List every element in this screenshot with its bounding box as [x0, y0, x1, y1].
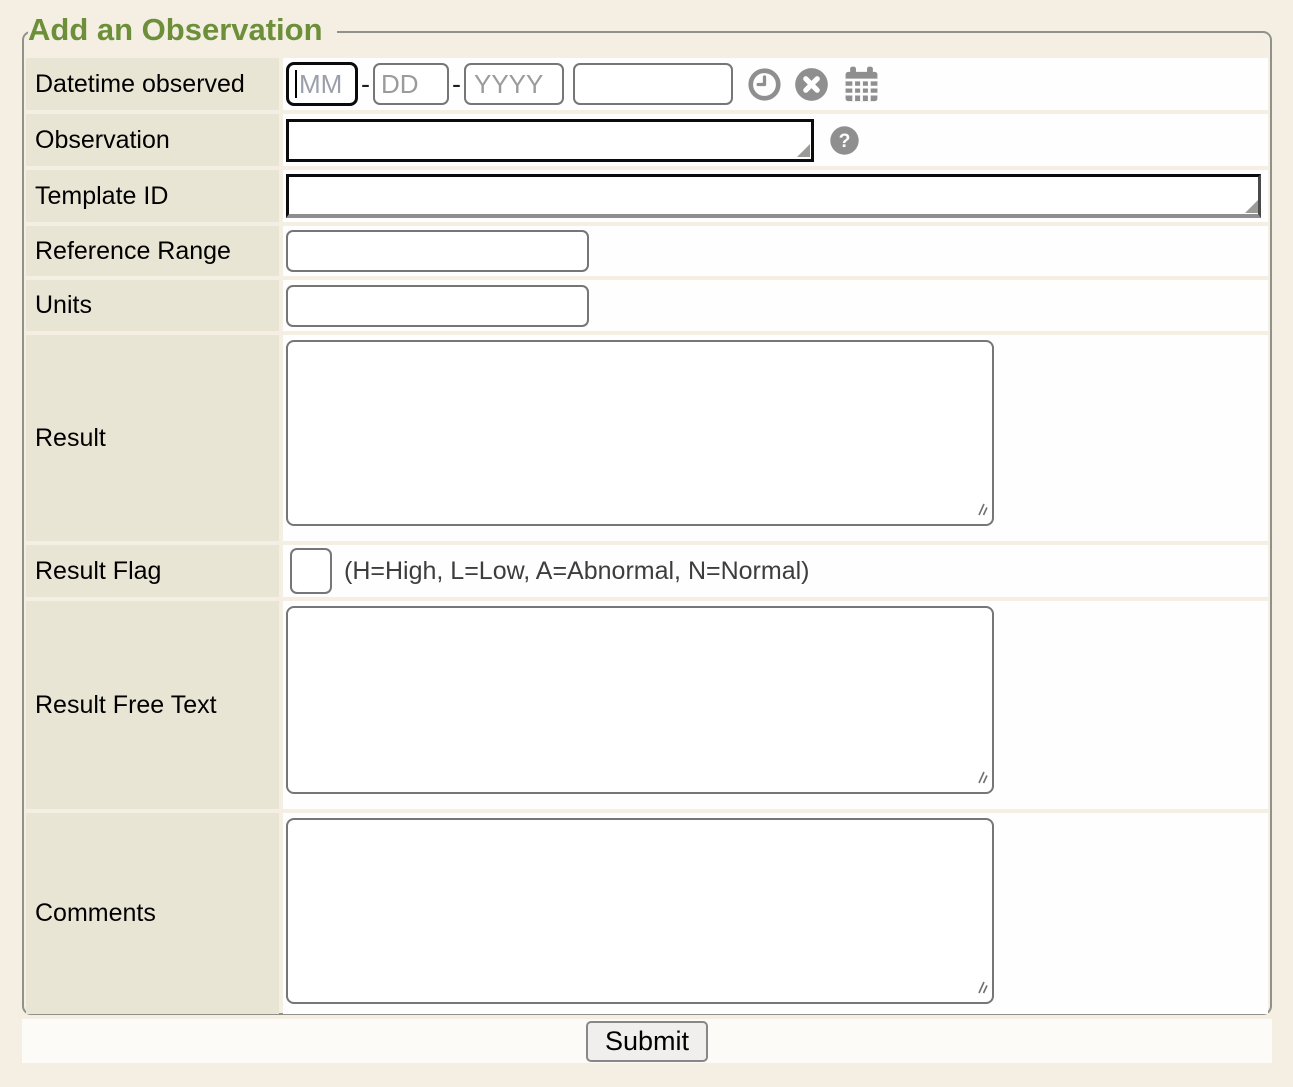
reference-range-input[interactable] [286, 230, 589, 272]
template-id-select[interactable] [286, 174, 1261, 218]
result-flag-hint: (H=High, L=Low, A=Abnormal, N=Normal) [344, 557, 810, 586]
template-id-select-wrap [286, 174, 1268, 218]
form-legend: Add an Observation [28, 10, 337, 50]
result-textarea-wrap [286, 340, 994, 526]
reference-range-label: Reference Range [26, 226, 279, 276]
dropdown-corner-icon [797, 144, 810, 157]
dropdown-corner-icon [1245, 200, 1258, 213]
date-separator: - [452, 69, 461, 100]
time-input[interactable] [573, 63, 733, 105]
result-free-text-field [283, 601, 1268, 809]
result-free-text-label: Result Free Text [26, 601, 279, 809]
observation-fieldset: Datetime observed - - [22, 31, 1272, 1015]
clock-icon[interactable] [748, 68, 781, 101]
help-icon[interactable]: ? [829, 125, 860, 156]
result-free-text-textarea-wrap [286, 606, 994, 794]
template-id-label: Template ID [26, 170, 279, 222]
comments-label: Comments [26, 813, 279, 1014]
observation-label: Observation [26, 114, 279, 166]
svg-text:?: ? [839, 129, 851, 151]
add-observation-page: Add an Observation Datetime observed - - [0, 0, 1293, 1087]
result-free-text-textarea[interactable] [286, 606, 994, 794]
resize-grip-icon[interactable] [974, 501, 989, 521]
calendar-icon[interactable] [842, 65, 881, 104]
template-id-field [283, 170, 1268, 222]
submit-row: Submit [22, 1019, 1272, 1063]
clear-icon[interactable] [794, 67, 829, 102]
result-label: Result [26, 335, 279, 541]
units-field [283, 280, 1268, 331]
units-input[interactable] [286, 285, 589, 327]
result-flag-input[interactable] [290, 548, 332, 594]
comments-textarea[interactable] [286, 818, 994, 1004]
observation-form-table: Datetime observed - - [26, 58, 1268, 1014]
units-label: Units [26, 280, 279, 331]
observation-select[interactable] [286, 119, 814, 162]
comments-field [283, 813, 1268, 1014]
result-field [283, 335, 1268, 541]
result-flag-label: Result Flag [26, 545, 279, 597]
observation-field: ? [283, 114, 1268, 166]
reference-range-field [283, 226, 1268, 276]
datetime-observed-label: Datetime observed [26, 58, 279, 110]
datetime-icons [748, 65, 881, 104]
date-separator: - [361, 69, 370, 100]
text-caret [295, 70, 297, 98]
result-flag-field: (H=High, L=Low, A=Abnormal, N=Normal) [283, 545, 1268, 597]
comments-textarea-wrap [286, 818, 994, 1004]
datetime-observed-field: - - [283, 58, 1268, 110]
resize-grip-icon[interactable] [974, 979, 989, 999]
observation-select-wrap [286, 119, 814, 162]
day-input[interactable] [373, 63, 449, 105]
submit-button[interactable]: Submit [586, 1021, 708, 1062]
resize-grip-icon[interactable] [974, 769, 989, 789]
month-input-wrap [286, 62, 358, 106]
result-textarea[interactable] [286, 340, 994, 526]
year-input[interactable] [464, 63, 564, 105]
